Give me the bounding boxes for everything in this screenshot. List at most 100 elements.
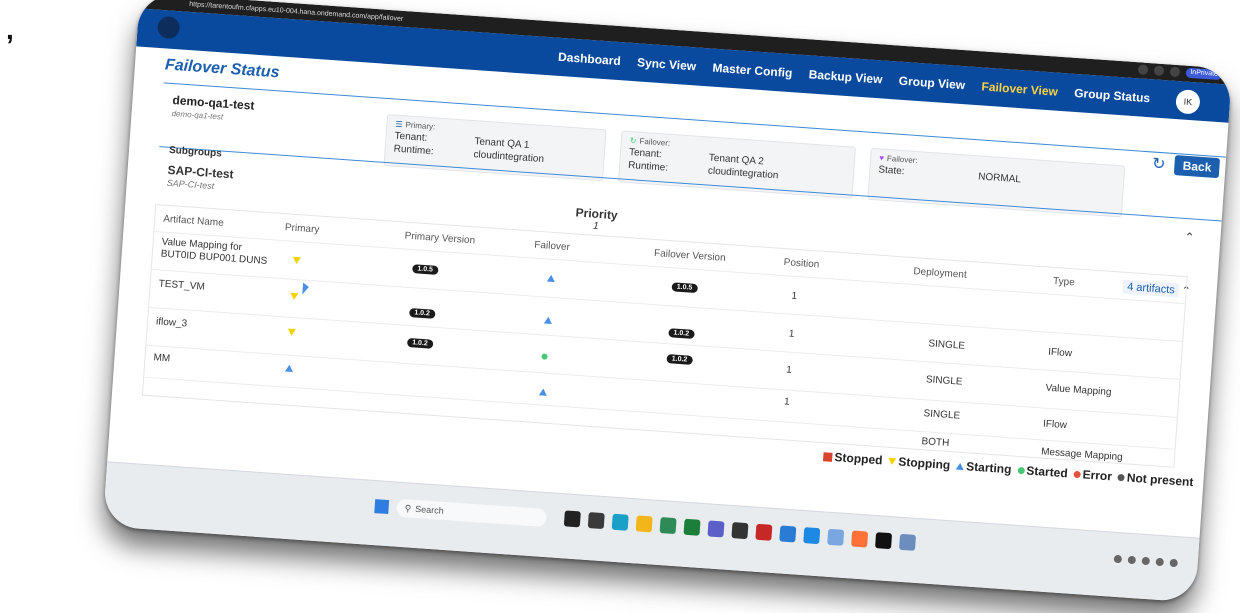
widgets-icon[interactable] xyxy=(587,512,605,530)
extension-icon[interactable] xyxy=(1154,65,1165,77)
col-failover-version: Failover Version xyxy=(653,247,726,264)
started-icon xyxy=(1017,466,1025,474)
taskbar-search[interactable]: ⚲ Search xyxy=(396,498,547,528)
group-subtitle: demo-qa1-test xyxy=(171,108,224,122)
terminal-icon[interactable] xyxy=(731,522,749,540)
taskbar-apps xyxy=(563,510,917,551)
position-value: 1 xyxy=(788,328,795,340)
legend-starting: Starting xyxy=(956,459,1012,476)
priority-label: Priority xyxy=(575,205,619,223)
artifact-name: MM xyxy=(153,352,171,365)
legend-started: Started xyxy=(1017,463,1068,480)
artifact-name: iflow_3 xyxy=(155,316,188,330)
deployment-value: SINGLE xyxy=(925,374,963,388)
version-badge: 1.0.2 xyxy=(668,328,695,339)
status-stopping-icon xyxy=(287,328,296,340)
volume-icon[interactable] xyxy=(1169,558,1178,568)
not-present-icon xyxy=(1117,473,1126,481)
wifi-icon[interactable] xyxy=(1155,557,1165,567)
artifact-name: TEST_VM xyxy=(158,278,206,293)
legend-error: Error xyxy=(1073,467,1112,483)
type-value: Message Mapping xyxy=(1040,446,1124,464)
edge-icon[interactable] xyxy=(611,513,629,531)
type-value: IFlow xyxy=(1042,418,1068,432)
chevron-up-icon[interactable] xyxy=(1113,554,1123,564)
legend-stopped: Stopped xyxy=(823,449,883,467)
nav-dashboard[interactable]: Dashboard xyxy=(558,50,622,68)
artifact-name: Value Mapping for BUT0ID BUP001 DUNS xyxy=(160,236,268,267)
col-primary-version: Primary Version xyxy=(404,230,476,247)
status-stopping-icon xyxy=(289,292,299,304)
position-value: 1 xyxy=(783,396,790,408)
primary-icon: ☰ xyxy=(395,119,403,130)
starting-icon xyxy=(956,462,965,470)
failover-sync-icon: ↻ xyxy=(629,136,637,146)
subgroup-subtitle: SAP-CI-test xyxy=(166,177,215,192)
type-value: IFlow xyxy=(1047,346,1073,360)
position-value: 1 xyxy=(791,290,798,303)
nav-master-config[interactable]: Master Config xyxy=(712,61,793,81)
windows-start-icon[interactable] xyxy=(374,499,390,515)
status-stopping-icon xyxy=(292,256,301,268)
version-badge: 1.0.2 xyxy=(409,308,436,319)
deployment-value: BOTH xyxy=(921,436,950,449)
refresh-icon[interactable]: ↻ xyxy=(1151,154,1166,175)
deployment-value: SINGLE xyxy=(928,338,966,352)
collapse-group-chevron-icon[interactable]: ⌃ xyxy=(1184,230,1195,245)
tilted-screen: https://tarentoufm.cfapps.eu10-004.hana.… xyxy=(102,0,1233,603)
tray-app-icon[interactable] xyxy=(1141,556,1151,566)
teams-icon[interactable] xyxy=(707,520,725,538)
mouse-cursor-icon xyxy=(302,282,310,295)
status-starting-icon xyxy=(543,315,553,327)
search-icon: ⚲ xyxy=(404,502,412,514)
avatar[interactable]: IK xyxy=(1175,89,1201,115)
back-button[interactable]: Back xyxy=(1174,155,1221,179)
version-badge: 1.0.5 xyxy=(412,264,439,275)
legend-stopping: Stopping xyxy=(888,454,951,472)
favorites-icon[interactable] xyxy=(1138,64,1149,75)
subgroups-label: Subgroups xyxy=(168,144,223,160)
tray-app-icon[interactable] xyxy=(1127,555,1137,565)
status-started-icon xyxy=(541,351,548,362)
status-starting-icon xyxy=(538,387,548,399)
error-icon xyxy=(1073,470,1081,478)
stopped-icon xyxy=(823,451,833,462)
state-card: ♥ Failover: State: NORMAL xyxy=(867,147,1126,218)
col-type: Type xyxy=(1052,275,1076,289)
nav-group-status[interactable]: Group Status xyxy=(1074,86,1151,105)
col-deployment: Deployment xyxy=(913,266,968,281)
nav-sync-view[interactable]: Sync View xyxy=(637,55,697,73)
screenshot-stage: https://tarentoufm.cfapps.eu10-004.hana.… xyxy=(0,0,1240,613)
vscode-icon[interactable] xyxy=(779,525,797,543)
status-starting-icon xyxy=(284,364,294,376)
version-badge: 1.0.2 xyxy=(666,354,693,365)
settings-icon[interactable] xyxy=(898,533,917,551)
collections-icon[interactable] xyxy=(1170,66,1181,78)
artifact-table: Artifact Name Primary Primary Version Fa… xyxy=(141,204,1188,468)
firefox-icon[interactable] xyxy=(851,530,869,548)
nav-backup-view[interactable]: Backup View xyxy=(808,67,883,86)
stopping-icon xyxy=(888,457,897,465)
app-icon[interactable] xyxy=(659,517,677,535)
failover-card: ↻ Failover: Tenant: Tenant QA 2 Runtime: cl… xyxy=(617,130,856,199)
excel-icon[interactable] xyxy=(683,518,701,536)
task-view-icon[interactable] xyxy=(563,510,581,528)
system-tray xyxy=(1113,554,1178,568)
type-value: Value Mapping xyxy=(1045,382,1112,399)
col-artifact-name: Artifact Name xyxy=(162,213,225,229)
app-icon[interactable] xyxy=(875,532,893,550)
file-explorer-icon[interactable] xyxy=(635,515,653,533)
version-badge: 1.0.2 xyxy=(406,337,434,349)
col-failover: Failover xyxy=(533,239,571,254)
legend-not-present: Not present xyxy=(1117,470,1194,489)
nav-failover-view[interactable]: Failover View xyxy=(981,79,1058,98)
col-primary: Primary xyxy=(284,222,320,236)
outlook-icon[interactable] xyxy=(827,528,845,546)
chrome-icon[interactable] xyxy=(803,527,821,545)
priority-block: Priority 1 xyxy=(574,205,618,233)
pdf-icon[interactable] xyxy=(755,523,773,541)
inprivate-badge[interactable]: InPrivate xyxy=(1185,67,1223,81)
page-title: Failover Status xyxy=(164,56,281,82)
status-starting-icon xyxy=(546,274,556,286)
nav-group-view[interactable]: Group View xyxy=(898,74,965,93)
